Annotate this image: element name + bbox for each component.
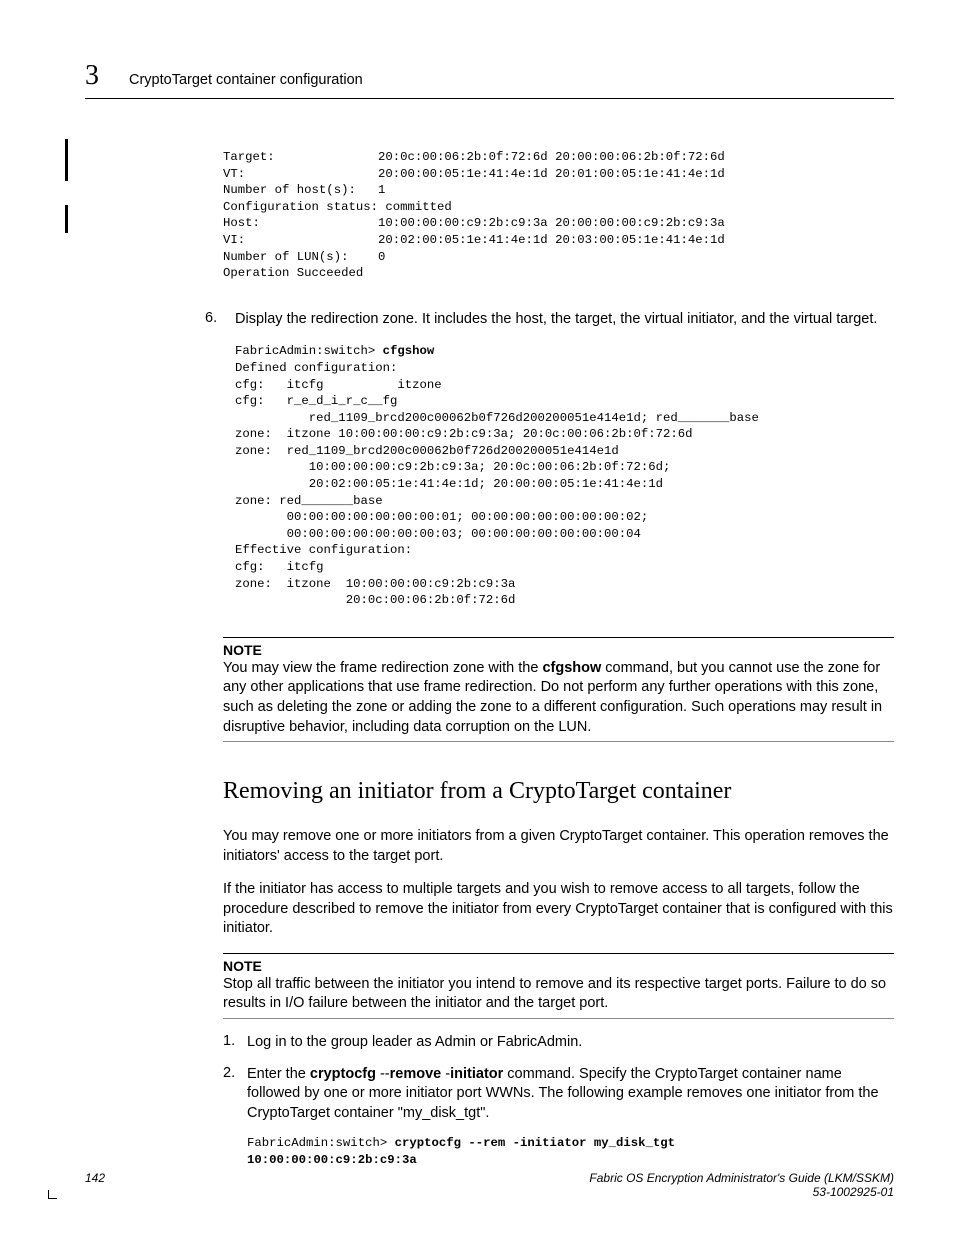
header-title: CryptoTarget container configuration xyxy=(129,72,363,88)
change-bar xyxy=(65,139,68,181)
step-number: 6. xyxy=(205,310,235,330)
crop-mark-icon xyxy=(48,1190,57,1199)
step-number: 2. xyxy=(223,1065,247,1124)
note-body: You may view the frame redirection zone … xyxy=(223,659,894,737)
note-body: Stop all traffic between the initiator y… xyxy=(223,975,894,1014)
page-footer: 142 Fabric OS Encryption Administrator's… xyxy=(85,1171,894,1199)
step-number: 1. xyxy=(223,1033,247,1053)
body-paragraph: You may remove one or more initiators fr… xyxy=(223,827,894,866)
step-item: 2. Enter the cryptocfg --remove -initiat… xyxy=(223,1065,894,1124)
chapter-number: 3 xyxy=(85,60,99,92)
step-list: 1. Log in to the group leader as Admin o… xyxy=(223,1033,894,1123)
step-text: Log in to the group leader as Admin or F… xyxy=(247,1033,582,1053)
console-output: FabricAdmin:switch> cryptocfg --rem -ini… xyxy=(247,1135,894,1168)
step-text: Enter the cryptocfg --remove -initiator … xyxy=(247,1065,894,1124)
footer-doc-info: Fabric OS Encryption Administrator's Gui… xyxy=(589,1171,894,1199)
change-bar xyxy=(65,205,68,233)
console-output: FabricAdmin:switch> cfgshow Defined conf… xyxy=(235,343,894,609)
step-text: Display the redirection zone. It include… xyxy=(235,310,877,330)
note-block: NOTE You may view the frame redirection … xyxy=(223,637,894,742)
body-paragraph: If the initiator has access to multiple … xyxy=(223,880,894,939)
note-label: NOTE xyxy=(223,958,894,974)
console-output: Target: 20:0c:00:06:2b:0f:72:6d 20:00:00… xyxy=(223,149,894,282)
page-number: 142 xyxy=(85,1171,105,1199)
step-item: 6. Display the redirection zone. It incl… xyxy=(205,310,894,330)
running-header: 3 CryptoTarget container configuration xyxy=(85,60,894,99)
section-heading: Removing an initiator from a CryptoTarge… xyxy=(223,778,894,805)
step-item: 1. Log in to the group leader as Admin o… xyxy=(223,1033,894,1053)
note-block: NOTE Stop all traffic between the initia… xyxy=(223,953,894,1019)
note-label: NOTE xyxy=(223,642,894,658)
